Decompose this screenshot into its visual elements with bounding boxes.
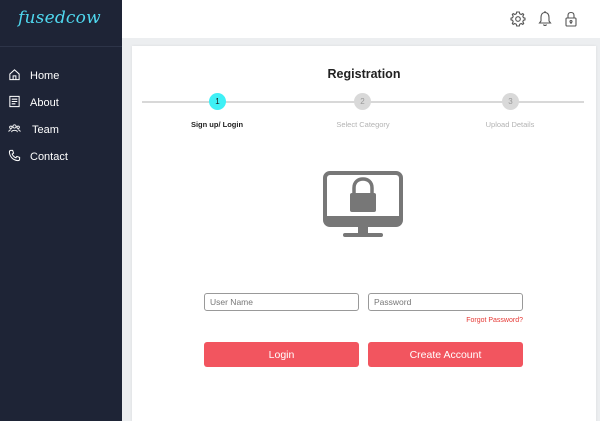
password-input[interactable]: Password <box>368 293 523 311</box>
brand-logo[interactable]: fusedcow <box>18 8 101 28</box>
step-3-indicator[interactable]: 3 <box>502 93 519 110</box>
sidebar-item-label: Contact <box>30 151 68 163</box>
gear-icon[interactable] <box>510 10 526 28</box>
step-1-indicator[interactable]: 1 <box>209 93 226 110</box>
step-2-label: Select Category <box>336 120 390 129</box>
top-bar <box>122 0 600 38</box>
sidebar-item-label: Team <box>32 124 59 136</box>
step-3-label: Upload Details <box>485 120 535 129</box>
username-input[interactable]: User Name <box>204 293 359 311</box>
sidebar-item-home[interactable]: Home <box>8 66 59 86</box>
create-account-button[interactable]: Create Account <box>368 342 523 367</box>
username-placeholder: User Name <box>210 297 253 307</box>
login-button[interactable]: Login <box>204 342 359 367</box>
step-1-label: Sign up/ Login <box>190 120 244 129</box>
sidebar: fusedcow Home About Team Contact <box>0 0 122 421</box>
sidebar-item-about[interactable]: About <box>8 93 59 113</box>
page-title: Registration <box>327 67 401 81</box>
bell-icon[interactable] <box>537 10 553 28</box>
step-2-indicator[interactable]: 2 <box>354 93 371 110</box>
monitor-lock-icon <box>323 171 403 246</box>
sidebar-item-label: About <box>30 97 59 109</box>
lock-icon[interactable] <box>563 10 579 28</box>
team-icon <box>8 122 21 138</box>
forgot-password-link[interactable]: Forgot Password? <box>466 317 523 324</box>
document-icon <box>8 95 21 111</box>
sidebar-divider <box>0 46 122 47</box>
registration-card: Registration 1 2 3 Sign up/ Login Select… <box>132 46 596 421</box>
sidebar-item-team[interactable]: Team <box>8 120 59 140</box>
home-icon <box>8 68 21 84</box>
sidebar-item-label: Home <box>30 70 60 82</box>
sidebar-item-contact[interactable]: Contact <box>8 147 68 167</box>
phone-icon <box>8 149 21 165</box>
password-placeholder: Password <box>374 297 412 307</box>
